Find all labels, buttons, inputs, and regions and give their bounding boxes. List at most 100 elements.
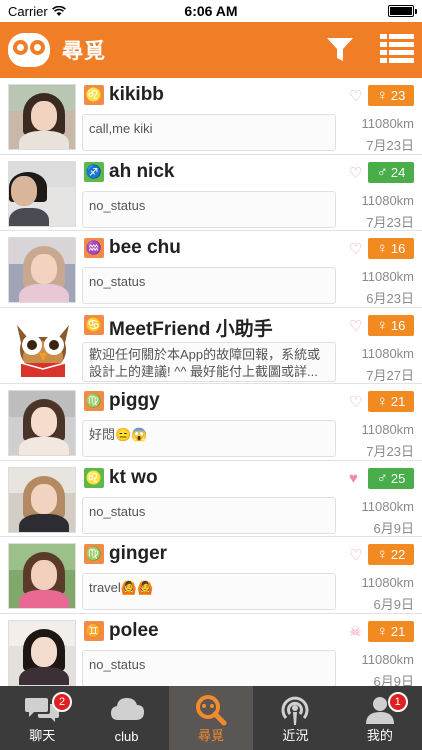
- male-icon: ♂: [376, 163, 388, 181]
- zodiac-leo-icon: ♌: [84, 85, 104, 105]
- user-list[interactable]: ♌ kikibb call,me kiki ♡ ♀ 23 11080km 7月23…: [0, 78, 422, 686]
- zodiac-virgo-icon: ♍: [84, 544, 104, 564]
- list-item[interactable]: ♌ kt wo no_status ♥ ♂ 25 11080km 6月9日: [0, 460, 422, 537]
- avatar[interactable]: [8, 160, 76, 227]
- gender-age-badge: ♀ 21: [368, 620, 414, 642]
- list-item[interactable]: ♋ MeetFriend 小助手 歡迎任何關於本App的故障回報，系統或設計上的…: [0, 307, 422, 384]
- heart-filled-icon[interactable]: ♥: [349, 470, 358, 487]
- zodiac-cancer-icon: ♋: [84, 314, 104, 335]
- list-item[interactable]: ♊ polee no_status ☠ ♀ 21 11080km 6月9日: [0, 613, 422, 686]
- avatar[interactable]: [8, 543, 76, 609]
- female-icon: ♀: [376, 622, 388, 640]
- gender-age-badge: ♀ 16: [368, 238, 414, 259]
- last-active-date: 7月23日: [366, 138, 414, 153]
- last-active-date: 7月23日: [366, 214, 414, 230]
- list-item[interactable]: ♒ bee chu no_status ♡ ♀ 16 11080km 6月23日: [0, 231, 422, 308]
- distance: 11080km: [361, 269, 414, 284]
- list-item[interactable]: ♍ ginger travel🙆🙆 ♡ ♀ 22 11080km 6月9日: [0, 537, 422, 614]
- zodiac-gemini-icon: ♊: [84, 620, 104, 641]
- age-value: 16: [390, 241, 406, 256]
- battery-icon: [388, 5, 417, 17]
- page-title: 尋覓: [62, 40, 106, 63]
- tab-updates[interactable]: 近況: [253, 686, 337, 750]
- distance: 11080km: [361, 651, 414, 667]
- tab-label: 我的: [366, 728, 393, 743]
- avatar[interactable]: [8, 390, 76, 456]
- cloud-icon: [110, 698, 144, 720]
- notification-count-badge: 1: [387, 692, 408, 712]
- tab-me[interactable]: 1 我的: [338, 686, 422, 750]
- zodiac-leo-icon: ♌: [84, 467, 104, 488]
- female-icon: ♀: [376, 393, 388, 410]
- avatar[interactable]: [8, 237, 76, 303]
- gender-age-badge: ♀ 23: [368, 85, 414, 106]
- owl-logo-icon: [8, 33, 50, 67]
- age-value: 21: [390, 394, 406, 409]
- tab-label: club: [114, 729, 139, 744]
- gender-age-badge: ♂ 25: [368, 467, 414, 489]
- status-message: 好悶😑😱: [82, 420, 336, 457]
- app-screen: { "status_bar": {"carrier": "Carrier", "…: [0, 0, 422, 750]
- distance: 11080km: [361, 116, 414, 131]
- zodiac-virgo-icon: ♍: [84, 391, 104, 411]
- age-value: 16: [390, 317, 406, 333]
- age-value: 24: [390, 164, 406, 180]
- tab-bar: 2 聊天 club 尋覓 近況 1 我的: [0, 686, 422, 750]
- status-message: no_status: [82, 267, 336, 304]
- status-message: call,me kiki: [82, 114, 336, 151]
- distance: 11080km: [361, 345, 414, 361]
- tab-label: 尋覓: [198, 728, 225, 743]
- distance: 11080km: [361, 575, 414, 590]
- avatar[interactable]: [8, 313, 76, 380]
- female-icon: ♀: [376, 87, 388, 104]
- distance: 11080km: [361, 192, 414, 208]
- distance: 11080km: [361, 422, 414, 437]
- tab-search[interactable]: 尋覓: [168, 686, 254, 750]
- list-item[interactable]: ♌ kikibb call,me kiki ♡ ♀ 23 11080km 7月23…: [0, 78, 422, 155]
- user-name: kt wo: [109, 466, 158, 488]
- avatar[interactable]: [8, 84, 76, 150]
- list-item[interactable]: ♍ piggy 好悶😑😱 ♡ ♀ 21 11080km 7月23日: [0, 384, 422, 461]
- podcast-icon: [281, 696, 309, 725]
- female-icon: ♀: [376, 240, 388, 257]
- male-icon: ♂: [376, 469, 388, 487]
- broken-heart-icon[interactable]: ☠: [349, 623, 362, 640]
- heart-outline-icon[interactable]: ♡: [349, 240, 362, 258]
- zodiac-aquarius-icon: ♒: [84, 238, 104, 258]
- clock: 6:06 AM: [184, 3, 238, 19]
- owl-mascot-icon: [17, 324, 69, 377]
- list-view-icon[interactable]: [380, 34, 414, 64]
- age-value: 22: [390, 547, 406, 562]
- female-icon: ♀: [376, 316, 388, 334]
- gender-age-badge: ♀ 16: [368, 314, 414, 336]
- heart-outline-icon[interactable]: ♡: [349, 87, 362, 105]
- gender-age-badge: ♀ 22: [368, 544, 414, 565]
- user-name: kikibb: [109, 84, 164, 105]
- user-name: MeetFriend 小助手: [109, 318, 273, 340]
- filter-icon[interactable]: [326, 36, 354, 64]
- status-message: no_status: [82, 496, 336, 534]
- list-item[interactable]: ♐ ah nick no_status ♡ ♂ 24 11080km 7月23日: [0, 154, 422, 231]
- last-active-date: 7月27日: [366, 367, 414, 383]
- tab-label: 近況: [282, 728, 309, 743]
- gender-age-badge: ♀ 21: [368, 391, 414, 412]
- zodiac-sagittarius-icon: ♐: [84, 161, 104, 182]
- search-icon: [196, 695, 227, 726]
- gender-age-badge: ♂ 24: [368, 161, 414, 183]
- heart-outline-icon[interactable]: ♡: [349, 317, 362, 335]
- heart-outline-icon[interactable]: ♡: [349, 546, 362, 564]
- status-message: 歡迎任何關於本App的故障回報，系統或設計上的建議! ^^ 最好能付上截圖或詳.…: [82, 341, 336, 382]
- age-value: 23: [390, 88, 406, 103]
- heart-outline-icon[interactable]: ♡: [349, 164, 362, 182]
- avatar[interactable]: [8, 466, 76, 533]
- last-active-date: 7月23日: [366, 444, 414, 459]
- status-bar: Carrier 6:06 AM: [0, 0, 422, 22]
- tab-chat[interactable]: 2 聊天: [0, 686, 84, 750]
- user-name: bee chu: [109, 237, 181, 258]
- heart-outline-icon[interactable]: ♡: [349, 393, 362, 411]
- tab-club[interactable]: club: [84, 686, 168, 750]
- avatar[interactable]: [8, 619, 76, 686]
- unread-count-badge: 2: [52, 692, 72, 712]
- user-name: polee: [109, 619, 159, 641]
- age-value: 21: [390, 623, 406, 639]
